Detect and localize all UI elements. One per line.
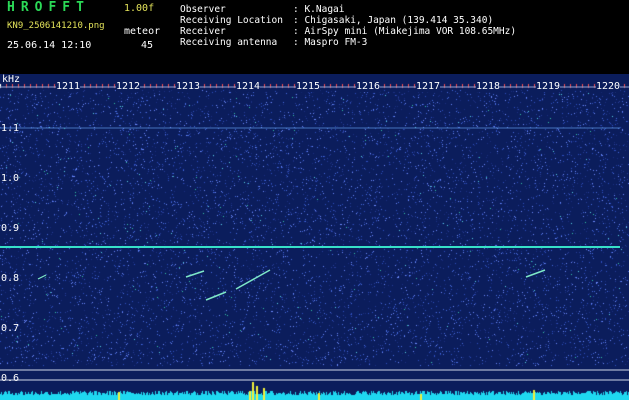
meteor-trace — [205, 291, 227, 301]
info-label: Observer — [180, 4, 226, 15]
y-axis-unit: kHz — [2, 74, 21, 85]
y-tick-label: 0.9 — [1, 223, 20, 234]
app-version: 1.00f — [124, 3, 155, 14]
info-value: : AirSpy mini (Miakejima VOR 108.65MHz) — [293, 26, 517, 37]
info-row-antenna: Receiving antenna : Maspro FM-3 — [180, 37, 516, 48]
y-tick-label: 1.1 — [1, 123, 20, 134]
y-tick-label: 0.8 — [1, 273, 20, 284]
time-label: 1214 — [236, 81, 261, 92]
info-row-location: Receiving Location : Chigasaki, Japan (1… — [180, 15, 516, 26]
app-title: HROFFT — [7, 0, 90, 15]
time-label: 1220 — [596, 81, 621, 92]
station-info: Observer : K.Nagai Receiving Location : … — [180, 4, 516, 48]
time-label: 1216 — [356, 81, 381, 92]
date-time: 25.06.14 12:10 — [7, 40, 92, 51]
meteor-trace — [185, 270, 205, 278]
meteor-trace — [37, 274, 47, 280]
info-label: Receiving Location — [180, 15, 283, 26]
info-row-receiver: Receiver : AirSpy mini (Miakejima VOR 10… — [180, 26, 516, 37]
time-label: 1211 — [56, 81, 81, 92]
info-value: : Maspro FM-3 — [293, 37, 368, 48]
time-label: 1217 — [416, 81, 441, 92]
spectrogram-overlay — [0, 86, 629, 381]
time-label: 1218 — [476, 81, 501, 92]
y-tick-label: 0.6 — [1, 373, 20, 384]
info-value: : Chigasaki, Japan (139.414 35.340) — [293, 15, 494, 26]
file-name: KN9_2506141210.png — [7, 21, 105, 31]
spectrogram[interactable] — [0, 74, 629, 400]
mode-label: meteor — [124, 26, 161, 37]
y-tick-label: 1.0 — [1, 173, 20, 184]
meteor-trace — [525, 269, 546, 278]
info-value: : K.Nagai — [293, 4, 345, 15]
info-label: Receiver — [180, 26, 226, 37]
time-label: 1215 — [296, 81, 321, 92]
info-label: Receiving antenna — [180, 37, 278, 48]
info-row-observer: Observer : K.Nagai — [180, 4, 516, 15]
time-label: 1213 — [176, 81, 201, 92]
meteor-count: 45 — [141, 40, 154, 51]
time-label: 1212 — [116, 81, 141, 92]
meteor-trace — [235, 269, 271, 290]
time-label: 1219 — [536, 81, 561, 92]
header-panel: HROFFT 1.00f KN9_2506141210.png meteor 2… — [0, 0, 629, 74]
y-tick-label: 0.7 — [1, 323, 20, 334]
